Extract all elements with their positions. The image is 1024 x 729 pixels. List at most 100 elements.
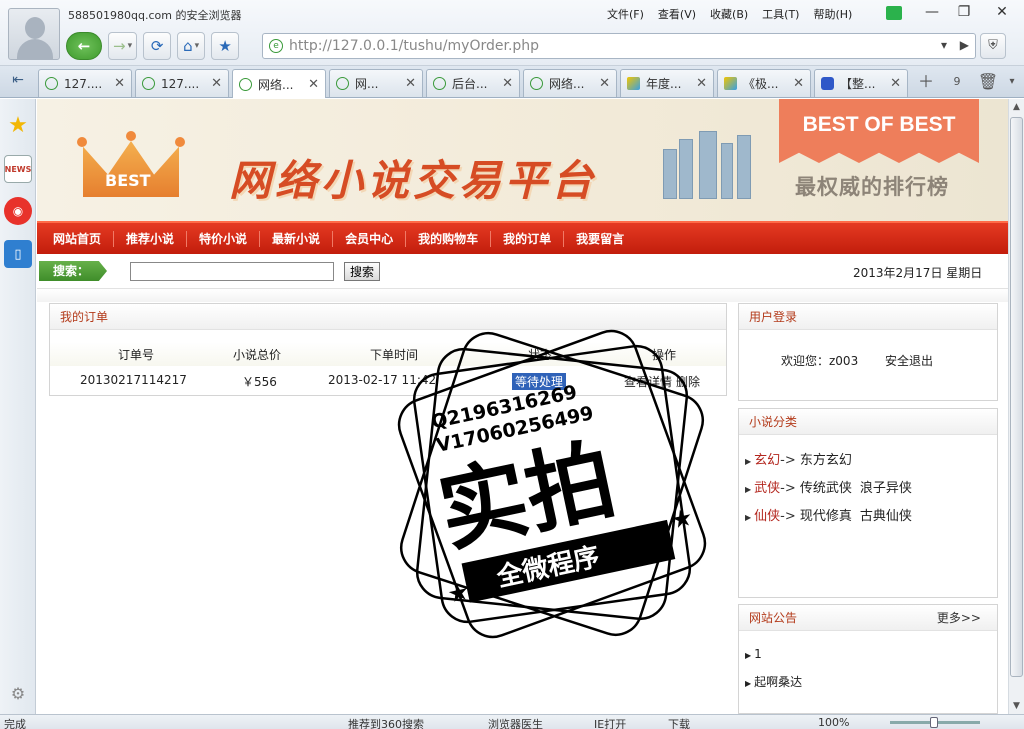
menu-favorites[interactable]: 收藏(B) [708, 6, 750, 22]
subcategory-link[interactable]: 传统武侠 [800, 481, 852, 496]
user-avatar[interactable] [8, 8, 60, 60]
news-icon[interactable]: NEWS [4, 155, 32, 183]
subcategory-link[interactable]: 东方玄幻 [800, 453, 852, 468]
col-status: 状态 [528, 348, 553, 362]
order-status: 等待处理 [512, 373, 567, 390]
tab-9[interactable]: 【整... ✕ [814, 69, 908, 97]
category-link[interactable]: 玄幻 [754, 453, 780, 468]
tab-3-active[interactable]: 网络... ✕ [232, 69, 326, 98]
minimize-button[interactable]: — [918, 2, 946, 22]
new-tab-icon[interactable]: ＋ [914, 70, 938, 94]
skin-icon[interactable] [886, 6, 902, 20]
close-icon[interactable]: ✕ [599, 76, 610, 91]
browser-doctor-button[interactable]: 浏览器医生 [488, 716, 543, 729]
category-link[interactable]: 武侠 [754, 481, 780, 496]
star-icon: ★ [445, 577, 472, 609]
close-icon[interactable]: ✕ [211, 76, 222, 91]
shield-icon[interactable]: ⛨ [980, 33, 1006, 59]
scroll-thumb[interactable] [1010, 117, 1023, 677]
page-icon: e [269, 39, 283, 53]
subcategory-link[interactable]: 现代修真 [800, 509, 852, 524]
paw-icon [821, 77, 834, 90]
col-actions: 操作 [652, 348, 677, 362]
my-orders-panel: 我的订单 订单号 小说总价 下单时间 状态 操作 20130217114217 … [49, 303, 727, 396]
zoom-slider[interactable] [890, 717, 980, 728]
tab-7[interactable]: 年度... ✕ [620, 69, 714, 97]
favorite-star-button[interactable]: ★ [211, 32, 240, 60]
tab-8[interactable]: 《极... ✕ [717, 69, 811, 97]
favorites-star-icon[interactable]: ★ [4, 111, 32, 139]
list-item: ▶ 玄幻-> 东方玄幻 [745, 453, 852, 468]
recommend-360-button[interactable]: 推荐到360搜索 [348, 716, 424, 729]
menu-bar: 文件(F) 查看(V) 收藏(B) 工具(T) 帮助(H) [605, 6, 854, 22]
ie-open-button[interactable]: IE打开 [594, 716, 626, 729]
search-button[interactable]: 搜索 [344, 262, 381, 281]
tab-4[interactable]: 网... ✕ [329, 69, 423, 97]
crown-text: BEST [105, 171, 151, 190]
subcategory-link[interactable]: 古典仙侠 [860, 509, 912, 524]
order-time: 2013-02-17 11:42 [328, 373, 437, 387]
category-link[interactable]: 仙侠 [754, 509, 780, 524]
trash-icon[interactable]: 🗑 [976, 70, 1000, 94]
logout-link[interactable]: 安全退出 [885, 352, 933, 369]
divider [37, 288, 1008, 302]
subcategory-link[interactable]: 浪子异侠 [860, 481, 912, 496]
close-window-button[interactable]: ✕ [988, 2, 1016, 22]
nav-message[interactable]: 我要留言 [564, 231, 636, 247]
address-bar[interactable]: e http://127.0.0.1/tushu/myOrder.php ▾ ▶ [262, 33, 976, 59]
sidebar-toggle-icon[interactable]: ⇤ [6, 72, 30, 92]
chevron-down-icon[interactable]: ▾ [941, 38, 947, 52]
nav-home[interactable]: 网站首页 [41, 230, 115, 247]
user-login-panel: 用户登录 欢迎您：z003 安全退出 [738, 303, 998, 401]
download-button[interactable]: 下载 [668, 716, 690, 729]
close-icon[interactable]: ✕ [308, 77, 319, 92]
search-input[interactable] [130, 262, 334, 281]
back-button[interactable]: ← [66, 32, 102, 60]
list-item[interactable]: ▶ 1 [745, 647, 762, 661]
view-details-link[interactable]: 查看详情 [624, 375, 672, 389]
menu-view[interactable]: 查看(V) [656, 6, 698, 22]
go-arrow-icon[interactable]: ▶ [960, 38, 969, 52]
close-icon[interactable]: ✕ [405, 76, 416, 91]
nav-my-orders[interactable]: 我的订单 [491, 230, 565, 247]
tab-2[interactable]: 127.... ✕ [135, 69, 229, 97]
site-slogan: 最权威的排行榜 [795, 175, 949, 199]
ie-icon [627, 77, 640, 90]
gear-icon[interactable]: ⚙ [4, 679, 32, 707]
vertical-scrollbar[interactable]: ▲ ▼ [1008, 99, 1024, 714]
more-link[interactable]: 更多>> [937, 605, 981, 631]
account-label: 588501980qq.com 的安全浏览器 [68, 9, 242, 22]
refresh-button[interactable]: ⟳ [143, 32, 172, 60]
scroll-up-icon[interactable]: ▲ [1009, 99, 1024, 115]
chevron-down-icon[interactable]: ▾ [1000, 70, 1024, 94]
menu-file[interactable]: 文件(F) [605, 6, 646, 22]
menu-tools[interactable]: 工具(T) [760, 6, 801, 22]
home-button[interactable]: ⌂ ▾ [177, 32, 206, 60]
site-notice-panel: 网站公告 更多>> ▶ 1 ▶ 起啊桑达 [738, 604, 998, 714]
zoom-slider-knob[interactable] [930, 717, 938, 728]
close-icon[interactable]: ✕ [114, 76, 125, 91]
nav-latest[interactable]: 最新小说 [260, 230, 334, 247]
tab-count-icon[interactable]: 9 [945, 70, 969, 94]
phone-icon[interactable]: ▯ [4, 240, 32, 268]
nav-recommended[interactable]: 推荐小说 [114, 230, 188, 247]
nav-special-price[interactable]: 特价小说 [187, 230, 261, 247]
close-icon[interactable]: ✕ [793, 76, 804, 91]
close-icon[interactable]: ✕ [890, 76, 901, 91]
close-icon[interactable]: ✕ [696, 76, 707, 91]
weibo-icon[interactable]: ◉ [4, 197, 32, 225]
delete-link[interactable]: 删除 [676, 375, 700, 389]
nav-cart[interactable]: 我的购物车 [406, 230, 492, 247]
scroll-down-icon[interactable]: ▼ [1009, 698, 1024, 714]
list-item[interactable]: ▶ 起啊桑达 [745, 673, 802, 690]
tab-6[interactable]: 网络... ✕ [523, 69, 617, 97]
address-url[interactable]: http://127.0.0.1/tushu/myOrder.php [289, 38, 539, 54]
close-icon[interactable]: ✕ [502, 76, 513, 91]
nav-member-center[interactable]: 会员中心 [333, 230, 407, 247]
tab-1[interactable]: 127.... ✕ [38, 69, 132, 97]
tab-5[interactable]: 后台... ✕ [426, 69, 520, 97]
forward-button[interactable]: → ▾ [108, 32, 138, 60]
zoom-level[interactable]: 100% [818, 716, 849, 729]
maximize-button[interactable]: ❐ [950, 2, 978, 22]
menu-help[interactable]: 帮助(H) [811, 6, 854, 22]
